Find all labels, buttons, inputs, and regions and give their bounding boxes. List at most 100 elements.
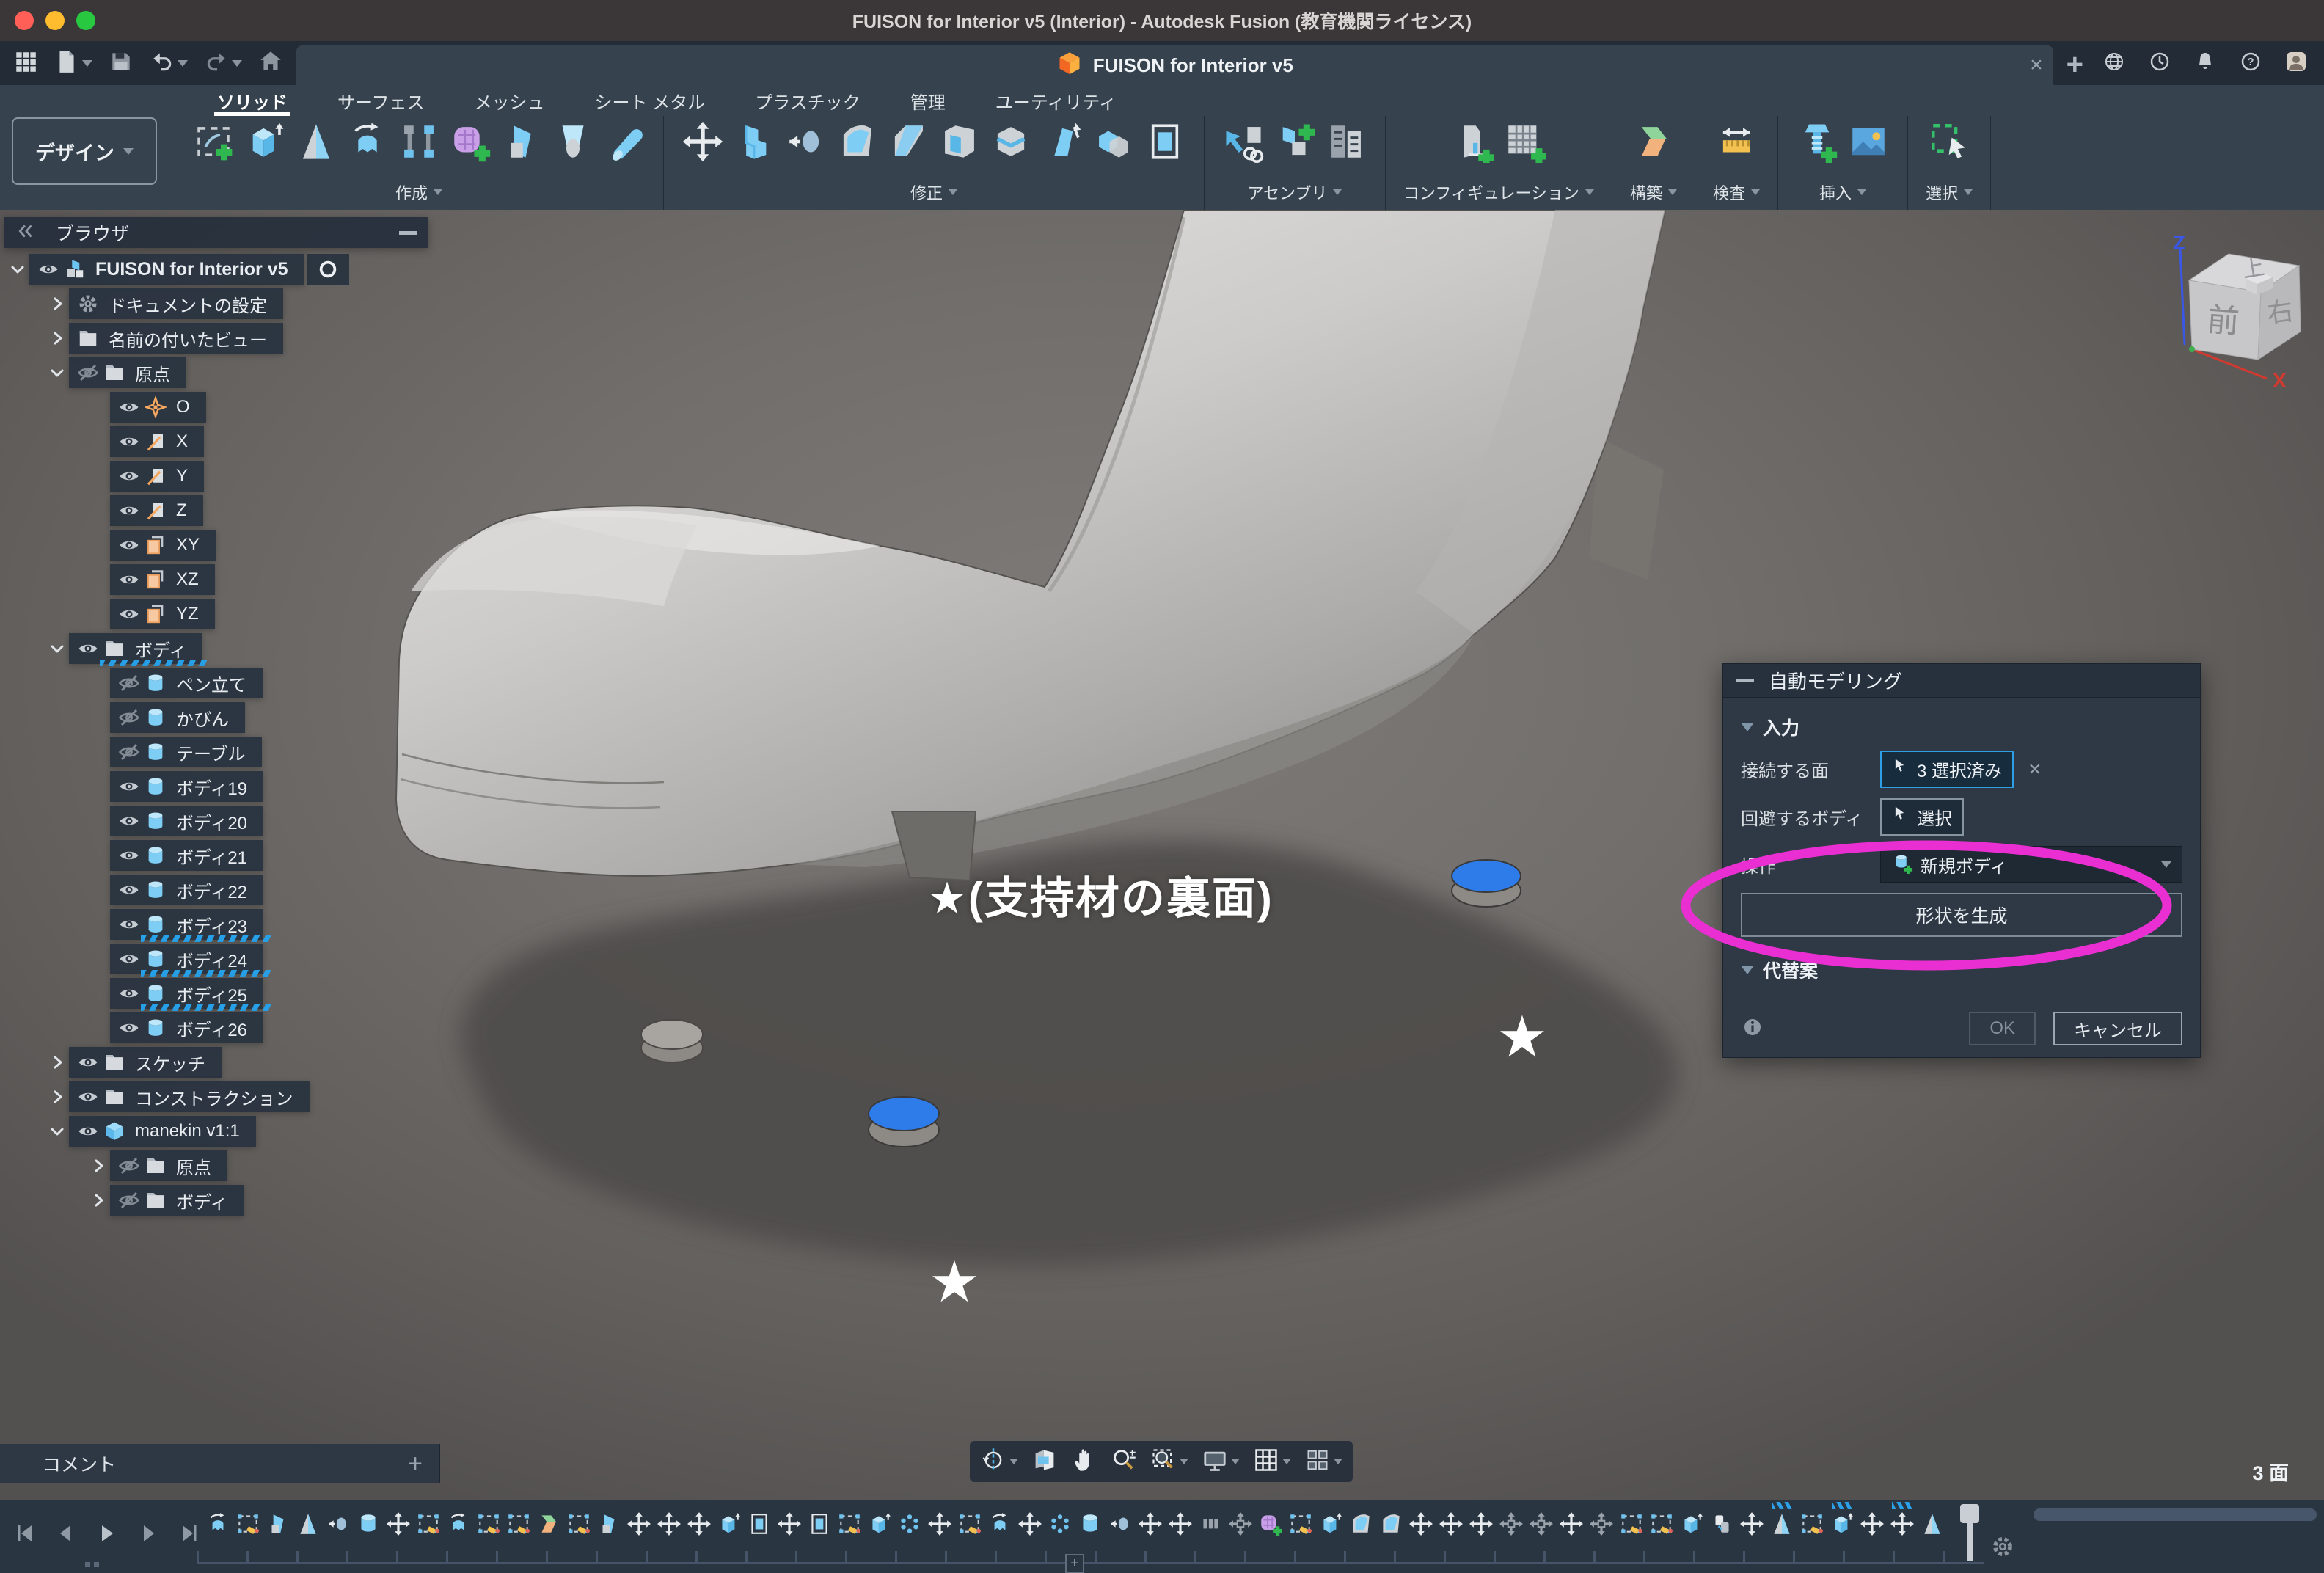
collapse-dialog-icon[interactable] [1736, 679, 1754, 682]
timeline-scrollbar[interactable] [2034, 1508, 2317, 1521]
timeline-feature-sketch-icon[interactable] [957, 1511, 982, 1536]
timeline-feature-copy-icon[interactable] [1709, 1511, 1734, 1536]
timeline-feature-sketch-icon[interactable] [1288, 1511, 1313, 1536]
timeline-feature-move-icon[interactable] [1168, 1511, 1193, 1536]
timeline-feature-dots-icon[interactable] [1048, 1511, 1073, 1536]
timeline-feature-movebox-icon[interactable] [1499, 1511, 1524, 1536]
timeline-feature-extrude-icon[interactable] [717, 1511, 742, 1536]
cone-button[interactable] [295, 120, 337, 167]
timeline-feature-sketch-icon[interactable] [506, 1511, 531, 1536]
timeline-feature-extrude-icon[interactable] [867, 1511, 892, 1536]
timeline-feature-body-icon[interactable] [356, 1511, 381, 1536]
tree-item[interactable]: 原点 [45, 357, 436, 388]
draft-button[interactable] [1041, 120, 1084, 167]
timeline-feature-move-icon[interactable] [927, 1511, 952, 1536]
emboss-button[interactable] [552, 120, 594, 167]
close-window-button[interactable] [15, 11, 34, 30]
add-comment-button[interactable]: + [408, 1450, 423, 1478]
tree-item[interactable]: Y [87, 461, 436, 492]
press-pull-button[interactable] [733, 120, 775, 167]
timeline-feature-cone-icon[interactable] [296, 1511, 321, 1536]
globe-button[interactable] [2102, 50, 2126, 77]
ribbon-tab-7[interactable]: ユーティリティ [993, 85, 1119, 116]
ribbon-group-label[interactable]: 構築 [1630, 180, 1677, 204]
timeline-feature-bars-icon[interactable] [1198, 1511, 1223, 1536]
timeline-feature-move-icon[interactable] [777, 1511, 802, 1536]
ribbon-tab-6[interactable]: 管理 [907, 85, 949, 116]
timeline-feature-move-icon[interactable] [626, 1511, 651, 1536]
file-new-button[interactable] [54, 49, 92, 78]
fillet-button[interactable] [836, 120, 878, 167]
tree-item[interactable]: ボディ20 [87, 806, 436, 836]
tree-item[interactable]: ボディ25 [87, 978, 436, 1009]
visibility-eye-icon[interactable] [75, 638, 101, 660]
tree-item[interactable]: ボディ [45, 633, 436, 664]
pb-last-button[interactable] [178, 1522, 201, 1549]
loft-button[interactable] [500, 120, 543, 167]
visibility-eye-icon[interactable] [116, 431, 142, 453]
bolt-button[interactable] [1796, 120, 1838, 167]
timeline-feature-sketch-icon[interactable] [1619, 1511, 1644, 1536]
timeline-settings-gear-icon[interactable] [1989, 1533, 2016, 1563]
expand-open-icon[interactable] [6, 260, 29, 278]
timeline-feature-form-icon[interactable] [1258, 1511, 1283, 1536]
connect-faces-select-button[interactable]: 3 選択済み [1880, 751, 2014, 788]
timeline-feature-sketch-icon[interactable] [416, 1511, 441, 1536]
generate-shape-button[interactable]: 形状を生成 [1741, 893, 2182, 937]
tree-item[interactable]: ペン立て [87, 668, 436, 698]
config-table-button[interactable] [1503, 120, 1546, 167]
ribbon-group-label[interactable]: 挿入 [1819, 180, 1866, 204]
tree-item[interactable]: スケッチ [45, 1047, 436, 1078]
pb-play-button[interactable] [95, 1522, 119, 1549]
zoom-button[interactable] [1111, 1447, 1137, 1477]
collapse-browser-icon[interactable] [16, 222, 35, 244]
boxframe-button[interactable] [1144, 120, 1186, 167]
timeline-feature-boxframe-icon[interactable] [807, 1511, 832, 1536]
tree-item[interactable]: ドキュメントの設定 [45, 288, 436, 319]
timeline-feature-move-icon[interactable] [386, 1511, 411, 1536]
ribbon-group-label[interactable]: 選択 [1926, 180, 1973, 204]
bom-button[interactable] [1325, 120, 1367, 167]
app-grid-button[interactable] [13, 49, 38, 78]
dialog-header[interactable]: 自動モデリング [1723, 664, 2200, 698]
tree-item[interactable]: コンストラクション [45, 1081, 436, 1112]
tree-item[interactable]: 名前の付いたビュー [45, 323, 436, 354]
timeline-feature-loft-icon[interactable] [596, 1511, 621, 1536]
rail-button[interactable] [398, 120, 440, 167]
ribbon-tab-3[interactable]: メッシュ [472, 85, 548, 116]
pb-first-button[interactable] [13, 1522, 37, 1549]
ribbon-group-label[interactable]: 修正 [910, 180, 957, 204]
comment-bar[interactable]: コメント + [0, 1444, 440, 1483]
close-tab-icon[interactable]: × [2030, 53, 2043, 78]
visibility-eye-icon[interactable] [116, 396, 142, 418]
expand-closed-icon[interactable] [45, 329, 69, 347]
extrude-button[interactable] [244, 120, 286, 167]
timeline-feature-extrude-icon[interactable] [1318, 1511, 1343, 1536]
visibility-eye-icon[interactable] [116, 569, 142, 591]
tree-item[interactable]: Z [87, 495, 436, 526]
timeline-group-expand-button[interactable]: + [1065, 1554, 1084, 1573]
visibility-eye-icon[interactable] [116, 500, 142, 522]
tree-item[interactable]: ボディ24 [87, 944, 436, 974]
visibility-eye-off-icon[interactable] [116, 1155, 142, 1177]
timeline-feature-construct-plane-icon[interactable] [536, 1511, 561, 1536]
activate-component-radio[interactable] [307, 254, 349, 285]
visibility-eye-icon[interactable] [35, 258, 62, 280]
cancel-button[interactable]: キャンセル [2053, 1012, 2182, 1045]
ribbon-tab-1[interactable]: ソリッド [214, 85, 290, 116]
sketch-new-button[interactable] [192, 120, 235, 167]
visibility-eye-off-icon[interactable] [75, 362, 101, 384]
expand-open-icon[interactable] [45, 640, 69, 657]
timeline-feature-fillet-icon[interactable] [1348, 1511, 1373, 1536]
ribbon-tab-5[interactable]: プラスチック [752, 85, 863, 116]
tree-item[interactable]: ボディ [87, 1185, 436, 1216]
measure-button[interactable] [1715, 120, 1758, 167]
pan-button[interactable] [1071, 1447, 1097, 1477]
look-at-button[interactable] [1031, 1447, 1058, 1477]
visibility-eye-off-icon[interactable] [116, 707, 142, 729]
ribbon-group-label[interactable]: 作成 [395, 180, 442, 204]
tree-item[interactable]: 原点 [87, 1150, 436, 1181]
tree-item[interactable]: ボディ21 [87, 840, 436, 871]
help-button[interactable]: ? [2239, 50, 2262, 77]
expand-open-icon[interactable] [45, 1123, 69, 1140]
